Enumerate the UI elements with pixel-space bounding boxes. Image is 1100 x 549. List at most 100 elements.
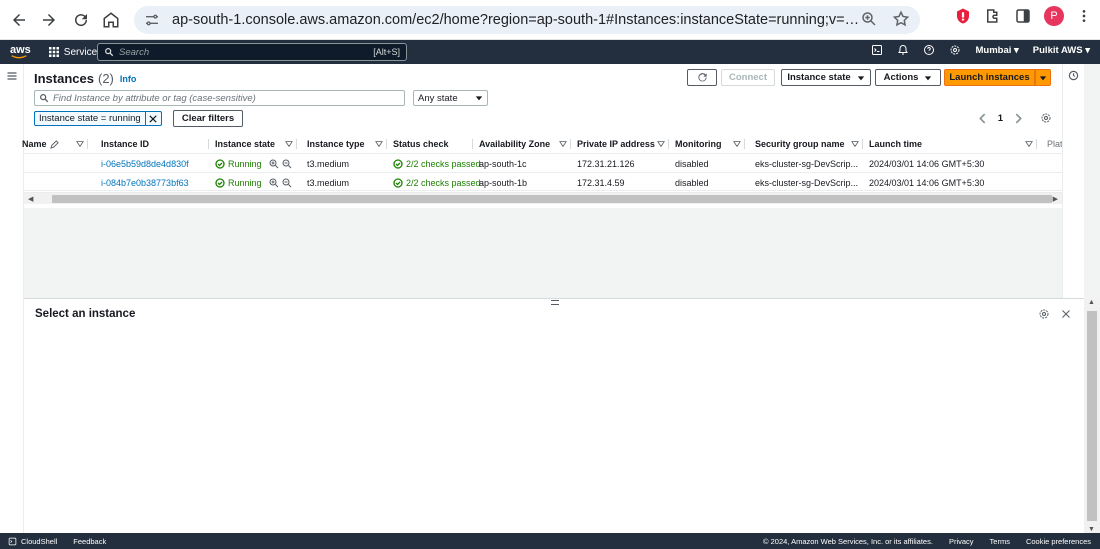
launch-time-cell: 2024/03/01 14:06 GMT+5:30 [869, 177, 985, 188]
scroll-right-icon[interactable]: ▶ [1053, 195, 1058, 203]
column-name[interactable]: Name [22, 136, 88, 152]
instances-table-container: Instances (2) Info Connect Instance stat… [22, 64, 1062, 208]
scroll-up-icon[interactable]: ▲ [1088, 299, 1095, 306]
connect-button[interactable]: Connect [721, 69, 775, 86]
reload-button[interactable] [66, 5, 96, 35]
address-bar[interactable]: ap-south-1.console.aws.amazon.com/ec2/ho… [134, 6, 920, 34]
filter-token-label: Instance state = running [39, 113, 141, 124]
remove-filter-button[interactable] [144, 112, 161, 125]
actions-label: Actions [883, 72, 919, 83]
reload-icon [75, 14, 88, 27]
chevron-left-icon[interactable] [977, 113, 988, 124]
side-panel-icon[interactable] [1014, 7, 1032, 25]
forward-button[interactable] [34, 5, 64, 35]
column-header-label: Monitoring [675, 139, 722, 149]
clear-filters-button[interactable]: Clear filters [173, 110, 243, 127]
sort-icon [375, 141, 383, 148]
column-platform[interactable]: Platf [1041, 136, 1062, 152]
page-number[interactable]: 1 [998, 113, 1003, 124]
clock-icon[interactable] [1068, 70, 1079, 81]
home-button[interactable] [96, 5, 126, 35]
panel-settings-gear-icon[interactable] [1038, 308, 1050, 320]
horizontal-scrollbar[interactable]: ◀ ▶ [24, 192, 1062, 204]
close-icon[interactable] [1060, 308, 1072, 320]
cookie-preferences-link[interactable]: Cookie preferences [1026, 537, 1091, 546]
instance-id-link[interactable]: i-06e5b59d8de4d830f [101, 154, 189, 173]
monitoring-cell: disabled [675, 158, 709, 169]
site-settings-icon[interactable] [144, 12, 160, 28]
state-select-value: Any state [418, 92, 458, 104]
launch-instances-button[interactable]: Launch instances [944, 69, 1035, 86]
column-instance-type[interactable]: Instance type [301, 136, 387, 152]
scroll-left-icon[interactable]: ◀ [28, 195, 33, 203]
zoom-out-icon[interactable] [282, 159, 292, 169]
bookmark-star-icon[interactable] [892, 10, 910, 28]
refresh-button[interactable] [687, 69, 717, 86]
edit-pencil-icon[interactable] [49, 139, 59, 149]
feedback-link[interactable]: Feedback [73, 537, 106, 546]
terminal-icon [8, 537, 17, 545]
column-private-ip[interactable]: Private IP address [571, 136, 669, 152]
status-check-cell: 2/2 checks passed [393, 173, 481, 192]
scrollbar-thumb[interactable] [52, 195, 1052, 203]
instance-type-cell: t3.medium [307, 177, 350, 188]
more-vertical-icon[interactable] [1076, 8, 1092, 24]
info-link[interactable]: Info [120, 74, 137, 84]
privacy-link[interactable]: Privacy [949, 537, 974, 546]
column-status-check[interactable]: Status check [387, 136, 473, 152]
table-settings-gear-icon[interactable] [1040, 112, 1052, 124]
help-icon[interactable] [923, 44, 935, 56]
profile-avatar[interactable]: P [1044, 6, 1064, 26]
column-header-label: Instance type [307, 139, 365, 149]
refresh-icon [697, 73, 707, 82]
scroll-down-icon[interactable]: ▼ [1088, 526, 1095, 533]
column-header-label: Security group name [755, 139, 845, 149]
actions-button[interactable]: Actions [875, 69, 941, 86]
region-selector[interactable]: Mumbai ▾ [975, 45, 1018, 56]
launch-dropdown-button[interactable] [1035, 69, 1051, 86]
column-security-group[interactable]: Security group name [749, 136, 863, 152]
zoom-out-icon[interactable] [282, 178, 292, 188]
column-availability-zone[interactable]: Availability Zone [473, 136, 571, 152]
state-select[interactable]: Any state [413, 90, 488, 106]
chevron-right-icon[interactable] [1013, 113, 1024, 124]
zoom-icon[interactable] [860, 10, 878, 28]
column-monitoring[interactable]: Monitoring [669, 136, 745, 152]
account-menu[interactable]: Pulkit AWS ▾ [1033, 45, 1090, 56]
column-instance-state[interactable]: Instance state [209, 136, 297, 152]
settings-gear-icon[interactable] [949, 44, 961, 56]
cloudshell-label: CloudShell [21, 536, 58, 546]
scrollbar-thumb[interactable] [1087, 311, 1097, 521]
caret-down-icon [1039, 75, 1047, 80]
services-menu[interactable]: Services [48, 47, 102, 58]
cloudshell-icon[interactable] [871, 44, 883, 56]
sort-icon [76, 141, 84, 148]
search-icon [105, 48, 114, 57]
back-button[interactable] [4, 5, 34, 35]
extension-shield-icon[interactable] [954, 7, 972, 25]
instance-state-cell: Running [215, 173, 292, 192]
zoom-in-icon[interactable] [269, 178, 279, 188]
column-header-label: Instance ID [101, 139, 150, 149]
sort-icon [559, 141, 567, 148]
instance-filter-input[interactable]: Find Instance by attribute or tag (case-… [34, 90, 405, 106]
zoom-in-icon[interactable] [269, 159, 279, 169]
url-text[interactable]: ap-south-1.console.aws.amazon.com/ec2/ho… [172, 12, 862, 28]
table-row[interactable]: i-084b7e0b38773bf63 Running t3.medium 2/… [24, 172, 1062, 191]
table-header: Name Instance ID Instance state Instance… [22, 136, 1062, 152]
aws-logo[interactable]: aws [10, 45, 31, 59]
terms-link[interactable]: Terms [990, 537, 1010, 546]
aws-search-input[interactable]: Search [Alt+S] [97, 43, 407, 61]
instance-id-link[interactable]: i-084b7e0b38773bf63 [101, 173, 189, 192]
resize-handle[interactable] [551, 300, 559, 305]
cloudshell-link[interactable]: CloudShell [8, 537, 57, 546]
table-row[interactable]: i-06e5b59d8de4d830f Running t3.medium 2/… [24, 153, 1062, 172]
instance-state-button[interactable]: Instance state [781, 69, 871, 86]
column-launch-time[interactable]: Launch time [863, 136, 1037, 152]
hamburger-menu-icon[interactable] [6, 70, 18, 82]
extensions-puzzle-icon[interactable] [984, 7, 1002, 25]
column-instance-id[interactable]: Instance ID [95, 136, 209, 152]
notifications-bell-icon[interactable] [897, 44, 909, 56]
launch-time-cell: 2024/03/01 14:06 GMT+5:30 [869, 158, 985, 169]
vertical-scrollbar[interactable]: ▲ ▼ [1084, 299, 1100, 533]
